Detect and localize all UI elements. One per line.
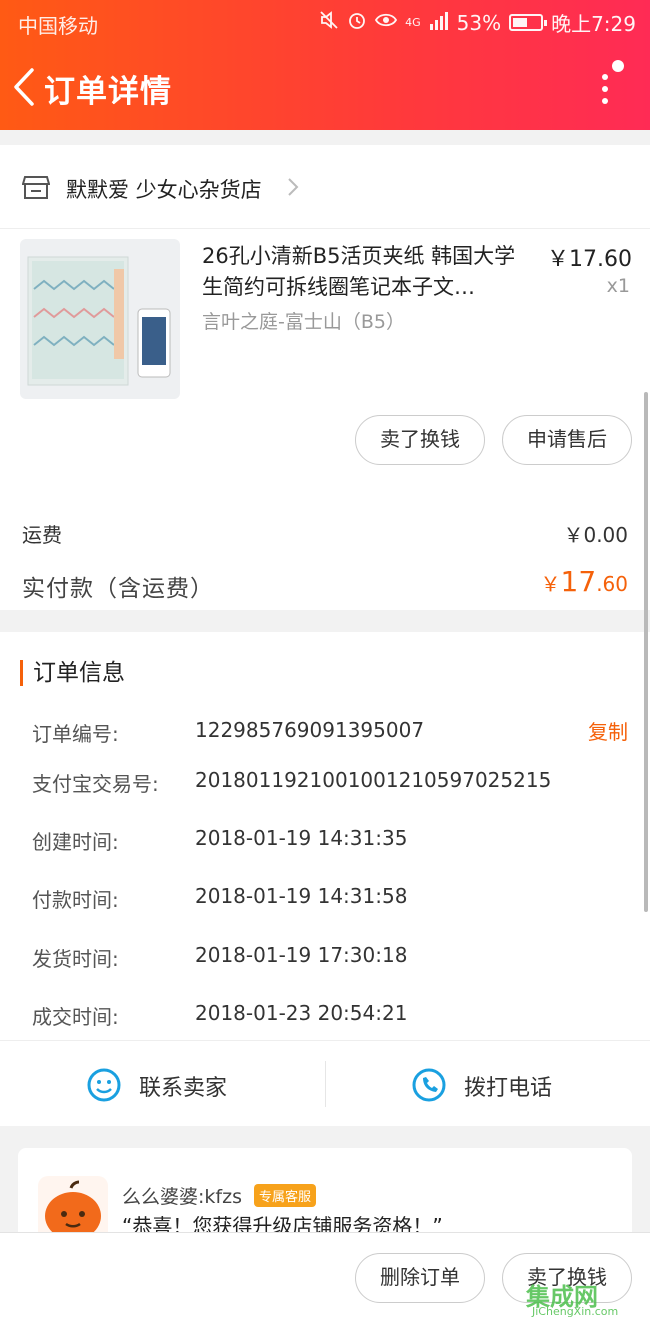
clock: 晚上7:29	[551, 12, 636, 36]
more-dot	[602, 74, 608, 80]
eye-icon	[375, 10, 398, 35]
paid-time-value: 2018-01-19 14:31:58	[195, 884, 408, 908]
chat-bubble-icon	[86, 1067, 122, 1107]
page-title: 订单详情	[44, 74, 172, 110]
order-info-heading: 订单信息	[20, 660, 125, 686]
battery-fill	[513, 18, 528, 27]
alipay-trade-label: 支付宝交易号:	[32, 772, 159, 796]
carrier-name: 中国移动	[18, 14, 98, 38]
paid-label: 实付款（含运费）	[22, 576, 214, 602]
paid-integer: 17	[560, 565, 597, 598]
status-bar: 中国移动 4G 53% 晚上7:29	[0, 0, 650, 44]
mute-icon	[319, 10, 339, 35]
store-icon	[21, 173, 51, 201]
order-number-label: 订单编号:	[32, 722, 119, 746]
nav-bar: 订单详情	[0, 50, 650, 126]
product-quantity: x1	[606, 275, 630, 297]
product-title[interactable]: 26孔小清新B5活页夹纸 韩国大学生简约可拆线圈笔记本子文…	[202, 241, 532, 303]
order-info-section: 订单信息 复制 订单编号: 122985769091395007 支付宝交易号:…	[0, 632, 650, 1040]
order-number-value: 122985769091395007	[195, 718, 425, 742]
paid-time-label: 付款时间:	[32, 888, 119, 912]
call-phone-label: 拨打电话	[464, 1076, 553, 1101]
battery-icon	[509, 14, 548, 31]
product-image[interactable]	[20, 239, 180, 399]
contact-seller-label: 联系卖家	[139, 1076, 228, 1101]
service-name: 么么婆婆:kfzs	[122, 1186, 242, 1208]
paid-amount: ￥17.60	[541, 565, 628, 598]
notification-dot	[612, 60, 624, 72]
signal-icon	[429, 11, 449, 35]
paid-decimal: .60	[596, 572, 628, 596]
top-header: 中国移动 4G 53% 晚上7:29 订单详情	[0, 0, 650, 130]
contact-bar: 联系卖家 拨打电话	[0, 1040, 650, 1126]
completed-time-label: 成交时间:	[32, 1005, 119, 1029]
created-time-label: 创建时间:	[32, 830, 119, 854]
completed-time-value: 2018-01-23 20:54:21	[195, 1001, 408, 1025]
shipped-time-value: 2018-01-19 17:30:18	[195, 943, 408, 967]
service-tag: 专属客服	[254, 1184, 317, 1207]
scrollbar-thumb[interactable]	[644, 392, 648, 912]
more-dot	[602, 86, 608, 92]
alipay-trade-value: 2018011921001001210597025215	[195, 768, 552, 792]
shipping-label: 运费	[22, 523, 62, 547]
created-time-value: 2018-01-19 14:31:35	[195, 826, 408, 850]
alarm-icon	[347, 10, 367, 35]
battery-percent: 53%	[456, 10, 502, 35]
product-sku: 言叶之庭-富士山（B5）	[202, 311, 405, 333]
sell-item-button[interactable]: 卖了换钱	[355, 415, 485, 465]
phone-icon	[411, 1067, 447, 1107]
status-indicators: 4G 53% 晚上7:29	[319, 8, 636, 37]
call-phone-button[interactable]: 拨打电话	[325, 1041, 650, 1127]
shipped-time-label: 发货时间:	[32, 947, 119, 971]
bottom-action-bar: 删除订单 卖了换钱 集成网 JiChengXin.com	[0, 1232, 650, 1323]
paid-currency: ￥	[540, 572, 561, 596]
order-card: 默默爱 少女心杂货店 26孔小清新B5活页夹纸 韩国大学生简约可拆线圈笔记本子文…	[0, 145, 650, 610]
delete-order-button[interactable]: 删除订单	[355, 1253, 485, 1303]
contact-seller-button[interactable]: 联系卖家	[0, 1041, 325, 1127]
shop-row[interactable]: 默默爱 少女心杂货店	[0, 145, 650, 229]
network-type: 4G	[405, 16, 421, 29]
chevron-right-icon	[286, 176, 300, 198]
watermark-sub: JiChengXin.com	[532, 1305, 619, 1318]
shipping-value: ￥0.00	[563, 523, 628, 547]
watermark-logo: 集成网 JiChengXin.com	[526, 1277, 646, 1319]
chevron-left-icon[interactable]	[10, 62, 40, 112]
more-dot	[602, 98, 608, 104]
after-sales-button[interactable]: 申请售后	[502, 415, 632, 465]
shop-name: 默默爱 少女心杂货店	[66, 178, 262, 202]
more-vertical-icon[interactable]	[590, 60, 624, 112]
copy-button[interactable]: 复制	[588, 716, 628, 745]
product-price: ￥17.60	[547, 247, 632, 272]
